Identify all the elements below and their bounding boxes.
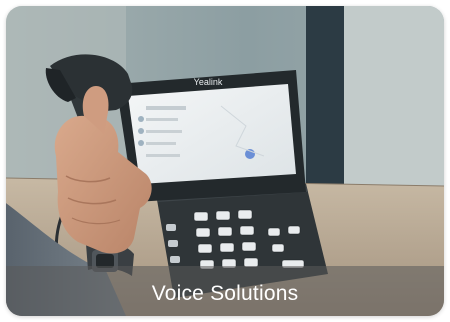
caption-bar: Voice Solutions <box>6 266 444 316</box>
card-caption: Voice Solutions <box>151 282 299 305</box>
product-card[interactable]: Yealink Voice Solutions <box>6 6 444 316</box>
phone-brand-logo: Yealink <box>194 77 223 87</box>
